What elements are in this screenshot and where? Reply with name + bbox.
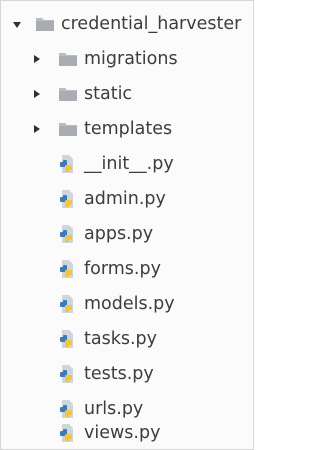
file-label: tests.py — [84, 364, 154, 384]
collapse-arrow-icon[interactable] — [34, 55, 40, 63]
tree-folder-static[interactable]: static — [1, 77, 253, 111]
tree-file-init[interactable]: __init__.py — [1, 147, 253, 181]
file-label: models.py — [84, 294, 175, 314]
file-label: apps.py — [84, 224, 154, 244]
tree-file-apps[interactable]: apps.py — [1, 217, 253, 251]
python-file-icon — [60, 365, 73, 383]
collapse-arrow-icon[interactable] — [34, 125, 40, 133]
file-label: forms.py — [84, 259, 161, 279]
expand-arrow-icon[interactable] — [13, 22, 21, 28]
folder-icon — [36, 18, 54, 31]
tree-file-forms[interactable]: forms.py — [1, 252, 253, 286]
python-file-icon — [60, 155, 73, 173]
python-file-icon — [60, 424, 73, 442]
file-label: __init__.py — [84, 154, 174, 174]
tree-file-admin[interactable]: admin.py — [1, 182, 253, 216]
python-file-icon — [60, 190, 73, 208]
tree-file-models[interactable]: models.py — [1, 287, 253, 321]
tree-root-row[interactable]: credential_harvester — [1, 7, 253, 41]
python-file-icon — [60, 295, 73, 313]
folder-icon — [59, 123, 77, 136]
python-file-icon — [60, 260, 73, 278]
file-label: views.py — [84, 423, 161, 443]
folder-icon — [59, 88, 77, 101]
tree-root-label: credential_harvester — [61, 14, 242, 34]
project-tree: credential_harvester migrations static t… — [0, 0, 254, 450]
tree-file-tests[interactable]: tests.py — [1, 357, 253, 391]
tree-folder-templates[interactable]: templates — [1, 112, 253, 146]
tree-folder-migrations[interactable]: migrations — [1, 42, 253, 76]
file-label: admin.py — [84, 189, 166, 209]
folder-icon — [59, 53, 77, 66]
collapse-arrow-icon[interactable] — [34, 90, 40, 98]
folder-label: migrations — [84, 49, 178, 69]
python-file-icon — [60, 225, 73, 243]
tree-file-views[interactable]: views.py — [1, 416, 253, 450]
file-label: tasks.py — [84, 329, 157, 349]
folder-label: static — [84, 84, 133, 104]
python-file-icon — [60, 330, 73, 348]
tree-file-tasks[interactable]: tasks.py — [1, 322, 253, 356]
folder-label: templates — [84, 119, 173, 139]
